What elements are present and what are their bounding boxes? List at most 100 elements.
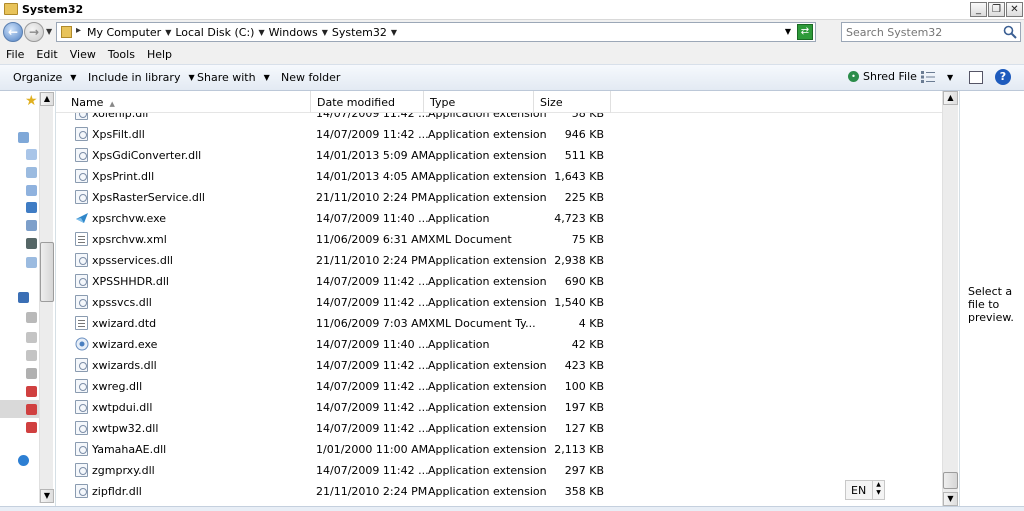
drive-icon[interactable]: [26, 332, 37, 343]
file-row[interactable]: xwizard.dtd 11/06/2009 7:03 AM XML Documen…: [56, 313, 942, 334]
breadcrumb-item[interactable]: Windows ▼: [269, 26, 328, 39]
recorded-tv-icon[interactable]: [26, 238, 37, 249]
language-indicator[interactable]: EN ▲ ▼: [845, 480, 885, 500]
file-row[interactable]: XPSSHHDR.dll 14/07/2009 11:42 ... Applicat…: [56, 271, 942, 292]
file-row[interactable]: xwizard.exe 14/07/2009 11:40 ... Applicati…: [56, 334, 942, 355]
music-icon[interactable]: [26, 202, 37, 213]
drive-icon[interactable]: [26, 368, 37, 379]
change-view-icon[interactable]: [921, 71, 935, 83]
scroll-thumb[interactable]: [943, 472, 958, 489]
file-row[interactable]: XpsRasterService.dll 21/11/2010 2:24 PM Ap…: [56, 187, 942, 208]
chevron-down-icon[interactable]: ▼: [322, 28, 328, 37]
chevron-down-icon[interactable]: ▼: [165, 28, 171, 37]
scroll-up-button[interactable]: ▲: [943, 91, 958, 105]
shred-icon: •: [848, 71, 859, 82]
menu-help[interactable]: Help: [141, 45, 178, 64]
column-header-name[interactable]: Name ▲: [65, 91, 311, 113]
new-folder-button[interactable]: New folder: [281, 71, 340, 84]
file-row[interactable]: xpsrchvw.xml 11/06/2009 6:31 AM XML Docume…: [56, 229, 942, 250]
file-row[interactable]: zgmprxy.dll 14/07/2009 11:42 ... Applicati…: [56, 460, 942, 481]
videos-icon[interactable]: [26, 220, 37, 231]
menu-file[interactable]: File: [0, 45, 30, 64]
file-list-scrollbar[interactable]: ▲ ▼: [942, 91, 958, 506]
breadcrumb-item[interactable]: System32 ▼: [332, 26, 397, 39]
search-input[interactable]: [846, 25, 996, 39]
breadcrumb-item[interactable]: Local Disk (C:) ▼: [175, 26, 264, 39]
forward-button[interactable]: →: [24, 22, 44, 42]
file-type: Application extension: [428, 128, 547, 141]
computer-icon[interactable]: [18, 292, 29, 303]
menu-view[interactable]: View: [64, 45, 102, 64]
documents-icon[interactable]: [26, 149, 37, 160]
column-header-size[interactable]: Size: [534, 91, 611, 113]
column-header-type[interactable]: Type: [424, 91, 534, 113]
breadcrumb-item[interactable]: My Computer ▼: [87, 26, 171, 39]
scroll-thumb[interactable]: [40, 242, 54, 302]
file-row[interactable]: xpsrchvw.exe 14/07/2009 11:40 ... Applicat…: [56, 208, 942, 229]
more-views-dropdown[interactable]: ▼: [947, 73, 953, 82]
file-size: 225 KB: [564, 191, 604, 204]
address-history-dropdown[interactable]: ▼: [785, 27, 791, 36]
chevron-right-icon[interactable]: ▸: [76, 25, 81, 36]
network-drive-icon[interactable]: [26, 422, 37, 433]
language-switch-icon[interactable]: ▲ ▼: [872, 481, 884, 499]
file-row[interactable]: xpsservices.dll 21/11/2010 2:24 PM Applica…: [56, 250, 942, 271]
close-button[interactable]: ✕: [1006, 2, 1023, 17]
network-drive-icon[interactable]: [26, 386, 37, 397]
network-icon[interactable]: [18, 455, 29, 466]
downloads-icon[interactable]: [26, 167, 37, 178]
file-date: 14/07/2009 11:42 ...: [316, 296, 429, 309]
scroll-up-button[interactable]: ▲: [40, 92, 54, 106]
file-row[interactable]: xwtpw32.dll 14/07/2009 11:42 ... Applicati…: [56, 418, 942, 439]
recent-pages-dropdown[interactable]: ▼: [46, 27, 52, 36]
menu-edit[interactable]: Edit: [30, 45, 63, 64]
preview-pane-icon[interactable]: [969, 71, 983, 84]
file-name: XPSSHHDR.dll: [92, 275, 169, 288]
file-row[interactable]: XpsFilt.dll 14/07/2009 11:42 ... Applicati…: [56, 124, 942, 145]
dll-icon: [75, 400, 88, 414]
address-box[interactable]: ▸ My Computer ▼ Local Disk (C:) ▼ Windows ▼…: [56, 22, 816, 42]
include-in-library-button[interactable]: Include in library ▼: [88, 71, 195, 84]
file-type: Application: [428, 212, 490, 225]
favorites-star-icon[interactable]: ★: [25, 93, 38, 109]
scroll-down-button[interactable]: ▼: [40, 489, 54, 503]
file-row[interactable]: xolehlp.dll 14/07/2009 11:42 ... Applicati…: [56, 113, 942, 124]
shred-file-button[interactable]: • Shred File: [848, 70, 917, 83]
library-folder-icon[interactable]: [26, 257, 37, 268]
file-row[interactable]: xwreg.dll 14/07/2009 11:42 ... Application…: [56, 376, 942, 397]
file-row[interactable]: xwizards.dll 14/07/2009 11:42 ... Applicat…: [56, 355, 942, 376]
local-disk-icon[interactable]: [26, 312, 37, 323]
chevron-down-icon[interactable]: ▼: [258, 28, 264, 37]
file-row[interactable]: xwtpdui.dll 14/07/2009 11:42 ... Applicati…: [56, 397, 942, 418]
network-drive-icon[interactable]: [26, 404, 37, 415]
pictures-icon[interactable]: [26, 185, 37, 196]
menu-tools[interactable]: Tools: [102, 45, 141, 64]
column-header-date[interactable]: Date modified: [311, 91, 424, 113]
file-date: 14/07/2009 11:42 ...: [316, 128, 429, 141]
navigation-scrollbar[interactable]: ▲ ▼: [39, 92, 54, 503]
file-row[interactable]: XpsGdiConverter.dll 14/01/2013 5:09 AM App…: [56, 145, 942, 166]
refresh-button[interactable]: ⇄: [797, 24, 813, 40]
maximize-button[interactable]: ❐: [988, 2, 1005, 17]
organize-button[interactable]: Organize ▼: [13, 71, 76, 84]
drive-icon[interactable]: [26, 350, 37, 361]
search-icon[interactable]: [1003, 25, 1017, 39]
libraries-icon[interactable]: [18, 132, 29, 143]
file-row[interactable]: XpsPrint.dll 14/01/2013 4:05 AM Applicatio…: [56, 166, 942, 187]
minimize-button[interactable]: _: [970, 2, 987, 17]
file-type: XML Document Ty...: [428, 317, 536, 330]
search-box[interactable]: [841, 22, 1021, 42]
dll-icon: [75, 127, 88, 141]
file-name: xwizards.dll: [92, 359, 157, 372]
back-button[interactable]: ←: [3, 22, 23, 42]
scroll-down-button[interactable]: ▼: [943, 492, 958, 506]
help-icon[interactable]: ?: [995, 69, 1011, 85]
file-date: 14/07/2009 11:42 ...: [316, 464, 429, 477]
share-with-button[interactable]: Share with ▼: [197, 71, 270, 84]
file-row[interactable]: xpssvcs.dll 14/07/2009 11:42 ... Applicati…: [56, 292, 942, 313]
chevron-down-icon[interactable]: ▼: [391, 28, 397, 37]
file-type: Application extension: [428, 149, 547, 162]
file-row[interactable]: zipfldr.dll 21/11/2010 2:24 PM Application…: [56, 481, 942, 502]
file-row[interactable]: YamahaAE.dll 1/01/2000 11:00 AM Applicatio…: [56, 439, 942, 460]
column-header-row: Name ▲ Date modified Type Size: [56, 91, 942, 113]
